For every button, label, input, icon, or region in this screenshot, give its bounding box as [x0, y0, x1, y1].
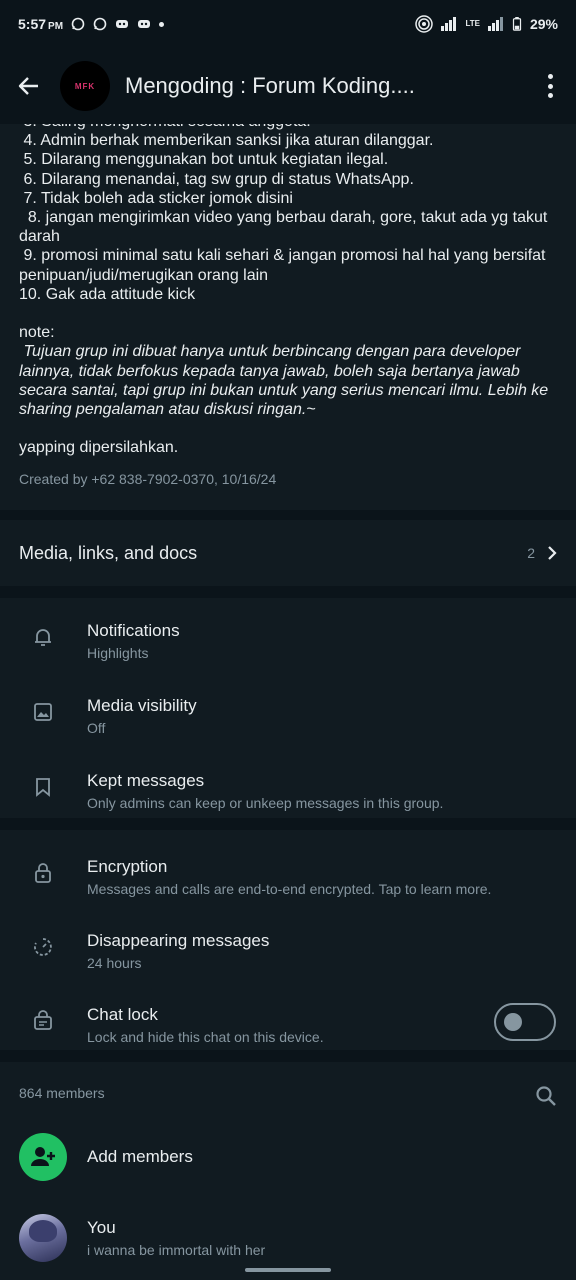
description-line: 7. Tidak boleh ada sticker jomok disini [19, 189, 293, 207]
chat-lock-subtitle: Lock and hide this chat on this device. [87, 1029, 324, 1045]
whatsapp-icon [93, 17, 107, 31]
kept-messages-title: Kept messages [87, 771, 205, 790]
media-links-docs-label: Media, links, and docs [19, 542, 198, 563]
description-body: 3. Saling menghormati sesama anggota. 4.… [19, 112, 557, 458]
arrow-left-icon [18, 77, 38, 95]
chat-lock-title: Chat lock [87, 1005, 158, 1024]
network-type-label: LTE [465, 19, 480, 28]
timer-icon [34, 938, 52, 956]
encryption-row[interactable]: Encryption Messages and calls are end-to… [0, 842, 576, 912]
chat-lock-toggle[interactable] [494, 1003, 556, 1041]
notifications-title: Notifications [87, 621, 180, 640]
app-bar: MFK Mengoding : Forum Koding.... [0, 48, 576, 124]
disappearing-messages-subtitle: 24 hours [87, 955, 142, 971]
privacy-section: Encryption Messages and calls are end-to… [0, 830, 576, 1050]
description-line: 10. Gak ada attitude kick [19, 285, 196, 303]
back-button[interactable] [0, 48, 58, 124]
add-members-label: Add members [87, 1147, 193, 1166]
description-line: secara santai, tapi grup ini bukan untuk… [19, 381, 549, 399]
avatar [19, 1214, 67, 1262]
home-indicator[interactable] [245, 1268, 331, 1272]
add-members-row[interactable]: Add members [0, 1126, 576, 1188]
discord-icon [138, 20, 151, 28]
search-icon[interactable] [534, 1084, 558, 1108]
group-title[interactable]: Mengoding : Forum Koding.... [125, 73, 525, 99]
description-line: Tujuan grup ini dibuat hanya untuk berbi… [19, 343, 521, 361]
description-line: darah [19, 228, 60, 246]
kept-messages-row[interactable]: Kept messages Only admins can keep or un… [0, 756, 576, 826]
created-by-text: Created by +62 838-7902-0370, 10/16/24 [19, 470, 277, 487]
more-options-icon[interactable] [538, 72, 562, 100]
whatsapp-icon [71, 17, 85, 31]
group-description: 3. Saling menghormati sesama anggota. 4.… [0, 112, 576, 510]
chevron-right-icon [548, 546, 557, 560]
description-line: 6. Dilarang menandai, tag sw grup di sta… [19, 170, 414, 188]
disappearing-messages-title: Disappearing messages [87, 931, 270, 950]
group-avatar[interactable]: MFK [60, 61, 110, 111]
media-visibility-row[interactable]: Media visibility Off [0, 681, 576, 751]
signal-icon [441, 17, 457, 31]
status-time: 5:57 PM [18, 16, 64, 32]
description-line: 4. Admin berhak memberikan sanksi jika a… [19, 132, 434, 150]
description-line: penipuan/judi/merugikan orang lain [19, 266, 269, 284]
hotspot-icon [415, 15, 434, 33]
media-visibility-subtitle: Off [87, 720, 106, 736]
description-line: yapping dipersilahkan. [19, 439, 179, 457]
encryption-title: Encryption [87, 857, 168, 876]
battery-percent: 29% [529, 16, 558, 32]
notifications-subtitle: Highlights [87, 645, 149, 661]
description-line [19, 419, 557, 438]
media-links-docs-row[interactable]: Media, links, and docs 2 [0, 520, 576, 586]
media-count: 2 [527, 545, 535, 561]
description-line: 9. promosi minimal satu kali sehari & ja… [19, 247, 546, 265]
media-visibility-title: Media visibility [87, 696, 197, 715]
members-section: 864 members Add members You i wanna be i… [0, 1062, 576, 1280]
status-bar: 5:57 PM LTE 29% [0, 0, 576, 48]
description-line: sharing pengalaman atau diskusi ringan.~ [19, 401, 316, 419]
description-line: 5. Dilarang menggunakan bot untuk kegiat… [19, 151, 389, 169]
lock-icon [35, 863, 51, 883]
signal-icon [487, 17, 503, 31]
image-icon [34, 703, 52, 721]
notifications-row[interactable]: Notifications Highlights [0, 606, 576, 676]
discord-icon [116, 20, 129, 28]
encryption-subtitle: Messages and calls are end-to-end encryp… [87, 881, 492, 897]
bell-icon [35, 629, 51, 646]
toggle-knob [504, 1013, 522, 1031]
description-line: 8. jangan mengirimkan video yang berbau … [19, 209, 548, 227]
kept-messages-subtitle: Only admins can keep or unkeep messages … [87, 795, 444, 811]
description-line: lainnya, tidak berfokus kepada tanya jaw… [19, 362, 520, 380]
chat-lock-icon [34, 1010, 52, 1030]
battery-icon [512, 17, 522, 31]
chat-lock-row[interactable]: Chat lock Lock and hide this chat on thi… [0, 990, 576, 1060]
member-row-you[interactable]: You i wanna be immortal with her [0, 1206, 576, 1272]
chat-settings-section: Notifications Highlights Media visibilit… [0, 598, 576, 818]
disappearing-messages-row[interactable]: Disappearing messages 24 hours [0, 916, 576, 986]
members-count: 864 members [19, 1085, 105, 1101]
description-line [19, 304, 557, 323]
more-notifications-dot [159, 21, 165, 27]
add-member-icon [19, 1133, 67, 1181]
bookmark-icon [36, 778, 50, 797]
member-name: You [87, 1218, 116, 1237]
member-status: i wanna be immortal with her [87, 1242, 266, 1258]
description-line: note: [19, 324, 55, 342]
